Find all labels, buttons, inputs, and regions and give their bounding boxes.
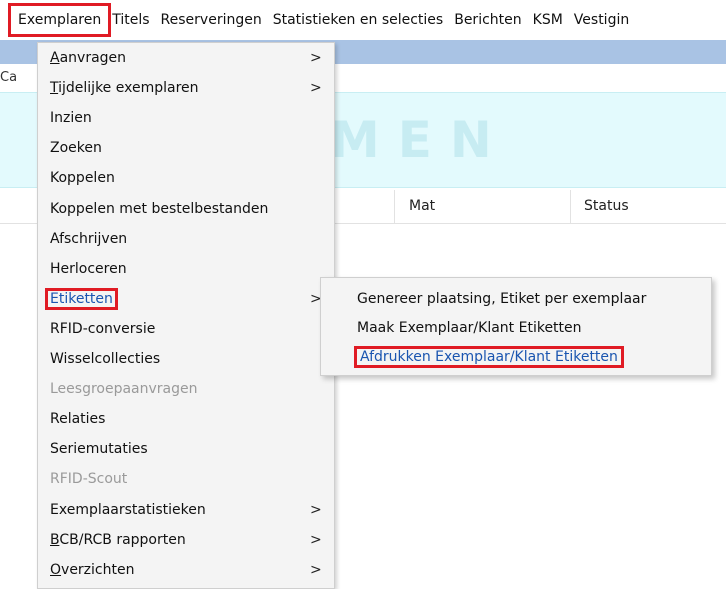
menu-berichten[interactable]: Berichten [449,8,526,32]
banner-title: MEN [330,111,510,169]
menu-item-koppelen[interactable]: Koppelen [48,166,117,190]
menu-item-label: Zoeken [50,140,102,156]
menu-item-zoeken[interactable]: Zoeken [48,136,104,160]
submenu-item-afdrukken-exemplaar-klant-etiketten[interactable]: Afdrukken Exemplaar/Klant Etiketten [354,345,624,369]
menu-item-wisselcollecties[interactable]: Wisselcollecties [48,347,162,371]
chevron-right-icon: > [310,502,322,518]
chevron-right-icon: > [310,532,322,548]
submenu-item-maak-exemplaar-klant-etiketten[interactable]: Maak Exemplaar/Klant Etiketten [357,316,585,340]
menu-statistieken-en-selecties[interactable]: Statistieken en selecties [268,8,449,32]
menu-item-koppelen-met-bestelbestanden[interactable]: Koppelen met bestelbestanden [48,197,270,221]
menu-item-overzichten[interactable]: Overzichten [48,558,136,582]
exemplaren-dropdown-menu: Aanvragen > Tijdelijke exemplaren > Inzien Zo… [37,42,335,589]
menu-item-label: Exemplaarstatistieken [50,502,206,518]
menu-item-label: RFID-Scout [50,471,128,487]
menu-vestigingen[interactable]: Vestigin [569,8,634,32]
menu-item-label: Seriemutaties [50,441,148,457]
chevron-right-icon: > [310,80,322,96]
menu-item-label: Aanvragen [50,50,127,66]
menu-ksm[interactable]: KSM [528,8,568,32]
menu-item-inzien[interactable]: Inzien [48,106,94,130]
menu-item-rfid-scout: RFID-Scout [48,467,129,491]
menu-item-afschrijven[interactable]: Afschrijven [48,227,129,251]
menubar: Exemplaren Titels Reserveringen Statisti… [0,0,726,40]
etiketten-submenu: Genereer plaatsing, Etiket per exemplaar… [320,277,712,376]
menu-exemplaren[interactable]: Exemplaren [7,3,112,37]
submenu-item-genereer-plaatsing-etiket-per-exemplaar[interactable]: Genereer plaatsing, Etiket per exemplaar [357,287,649,311]
menu-item-label: Relaties [50,411,106,427]
menu-item-label: Tijdelijke exemplaren [50,80,199,96]
menu-item-label: Herloceren [50,261,127,277]
menu-item-label: Afschrijven [50,231,128,247]
column-divider[interactable] [570,190,571,223]
submenu-item-label: Genereer plaatsing, Etiket per exemplaar [357,291,647,307]
menu-item-etiketten[interactable]: Etiketten [45,287,118,311]
column-header-mat[interactable]: Mat [409,198,435,214]
menu-item-bcb-rcb-rapporten[interactable]: BCB/RCB rapporten [48,528,188,552]
menu-item-label: Wisselcollecties [50,351,161,367]
chevron-right-icon: > [310,562,322,578]
menu-item-label: BCB/RCB rapporten [50,532,186,548]
menu-reserveringen[interactable]: Reserveringen [156,8,267,32]
menu-item-herloceren[interactable]: Herloceren [48,257,129,281]
submenu-item-label: Maak Exemplaar/Klant Etiketten [357,320,582,336]
menu-item-tijdelijke-exemplaren[interactable]: Tijdelijke exemplaren [48,76,201,100]
menu-item-aanvragen[interactable]: Aanvragen [48,46,128,70]
menu-item-label: Leesgroepaanvragen [50,381,198,397]
menu-item-seriemutaties[interactable]: Seriemutaties [48,437,150,461]
menu-item-label: Koppelen [50,170,115,186]
menu-item-rfid-conversie[interactable]: RFID-conversie [48,317,157,341]
menu-item-exemplaarstatistieken[interactable]: Exemplaarstatistieken [48,498,208,522]
menu-item-label: Koppelen met bestelbestanden [50,201,269,217]
submenu-item-label: Afdrukken Exemplaar/Klant Etiketten [354,346,624,368]
menu-item-label: Etiketten [45,288,118,310]
menu-item-label: RFID-conversie [50,321,156,337]
background-label: Ca [0,70,18,85]
menu-item-label: Overzichten [50,562,135,578]
menu-item-relaties[interactable]: Relaties [48,407,107,431]
menu-titels[interactable]: Titels [107,8,154,32]
chevron-right-icon: > [310,50,322,66]
column-header-status[interactable]: Status [584,198,629,214]
menu-item-label: Inzien [50,110,92,126]
column-divider[interactable] [394,190,395,223]
menu-item-leesgroepaanvragen: Leesgroepaanvragen [48,377,200,401]
